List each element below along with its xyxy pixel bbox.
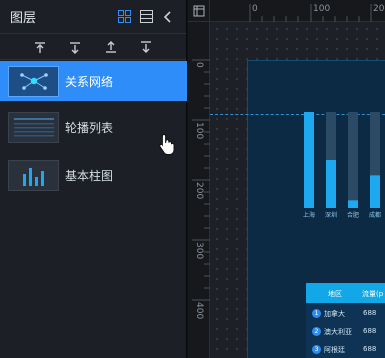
rank-badge: 1 <box>312 309 321 318</box>
x-tick-label: 合肥 <box>347 211 359 219</box>
table-cell-value: 688 <box>363 345 377 353</box>
table-cell-name: 澳大利亚 <box>324 328 352 336</box>
table-cell-value: 688 <box>363 327 377 335</box>
rank-badge: 2 <box>312 327 321 336</box>
table-row: 1 加拿大 688 <box>306 305 385 323</box>
hand-cursor-icon <box>159 133 175 155</box>
x-tick-label: 深圳 <box>325 211 337 219</box>
bar-background <box>348 112 358 208</box>
x-tick-label: 上海 <box>303 211 315 219</box>
rank-badge: 3 <box>312 345 321 354</box>
table-header-cell: 地区 <box>328 290 342 298</box>
table-row: 2 澳大利亚 688 <box>306 323 385 341</box>
x-tick-label: 成都 <box>369 211 381 219</box>
table-cell-name: 加拿大 <box>324 310 345 318</box>
table-header: 地区 流量(p <box>306 283 385 303</box>
bar <box>348 200 358 208</box>
table-cell-name: 阿根廷 <box>324 346 345 354</box>
table-cell-value: 688 <box>363 309 377 317</box>
table-header-cell: 流量(p <box>362 290 384 298</box>
bar <box>370 175 380 208</box>
bar <box>326 160 336 208</box>
table-row: 3 阿根廷 688 <box>306 341 385 358</box>
bar <box>304 112 314 208</box>
carousel-table[interactable]: 地区 流量(p 1 加拿大 688 2 澳大利亚 688 3 阿根廷 688 <box>306 283 385 358</box>
